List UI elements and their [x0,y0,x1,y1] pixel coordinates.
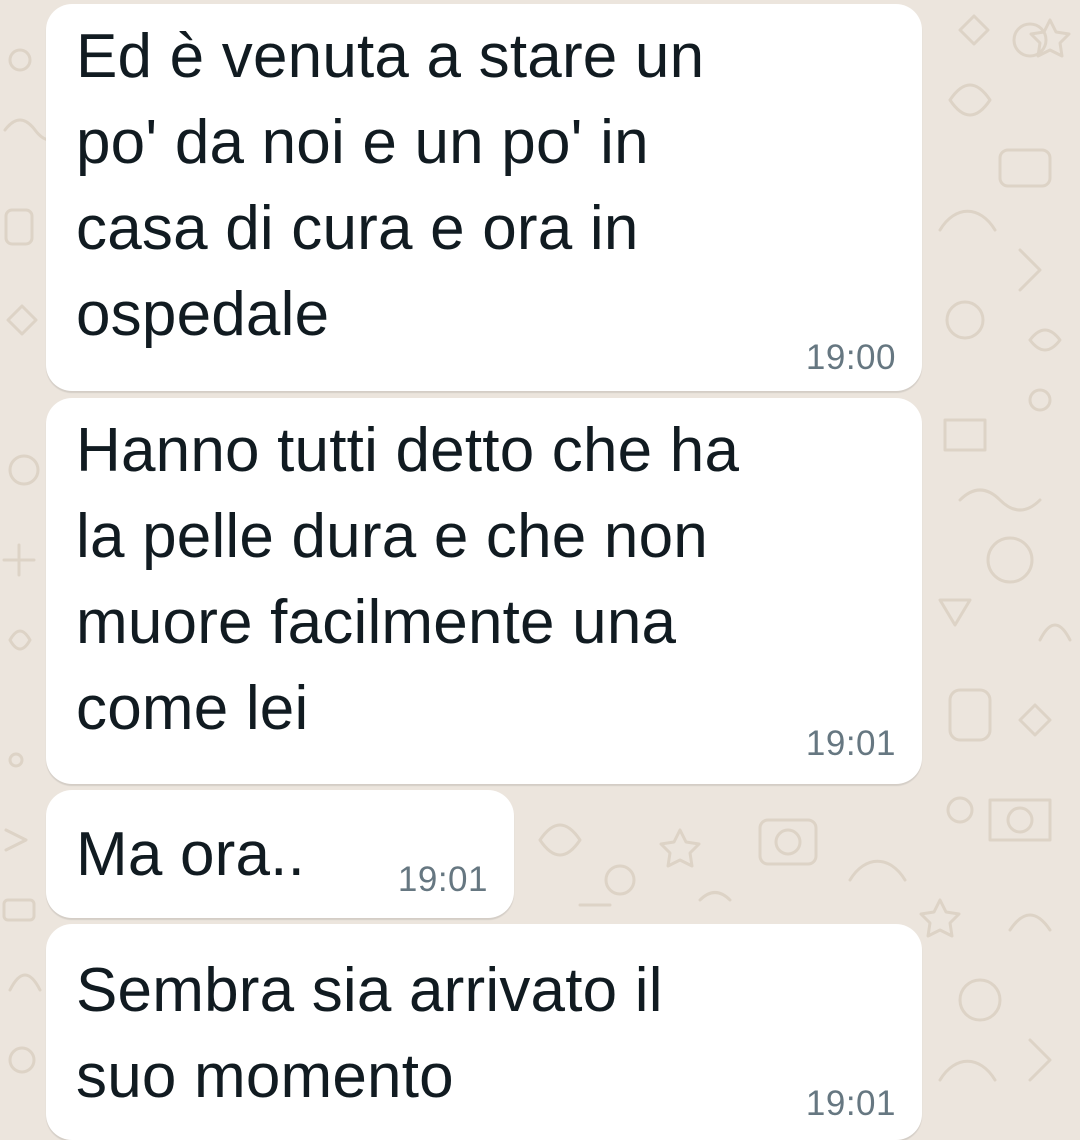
message-text: Ed è venuta a stare un po' da noi e un p… [76,22,705,349]
message-timestamp: 19:01 [397,860,488,899]
message-bubble[interactable]: Ed è venuta a stare un po' da noi e un p… [46,4,922,391]
message-text: Hanno tutti detto che ha la pelle dura e… [76,416,740,743]
message-bubble[interactable]: Hanno tutti detto che ha la pelle dura e… [46,398,922,784]
message-timestamp: 19:01 [805,724,896,763]
message-bubble[interactable]: Ma ora.. 19:01 [46,790,514,918]
message-text: Sembra sia arrivato il suo momento [76,956,663,1111]
message-timestamp: 19:01 [805,1084,896,1123]
message-timestamp: 19:00 [805,338,896,377]
message-text: Ma ora.. [76,820,306,889]
message-list[interactable]: Ed è venuta a stare un po' da noi e un p… [0,0,1080,1140]
message-bubble[interactable]: Sembra sia arrivato il suo momento 19:01 [46,924,922,1140]
